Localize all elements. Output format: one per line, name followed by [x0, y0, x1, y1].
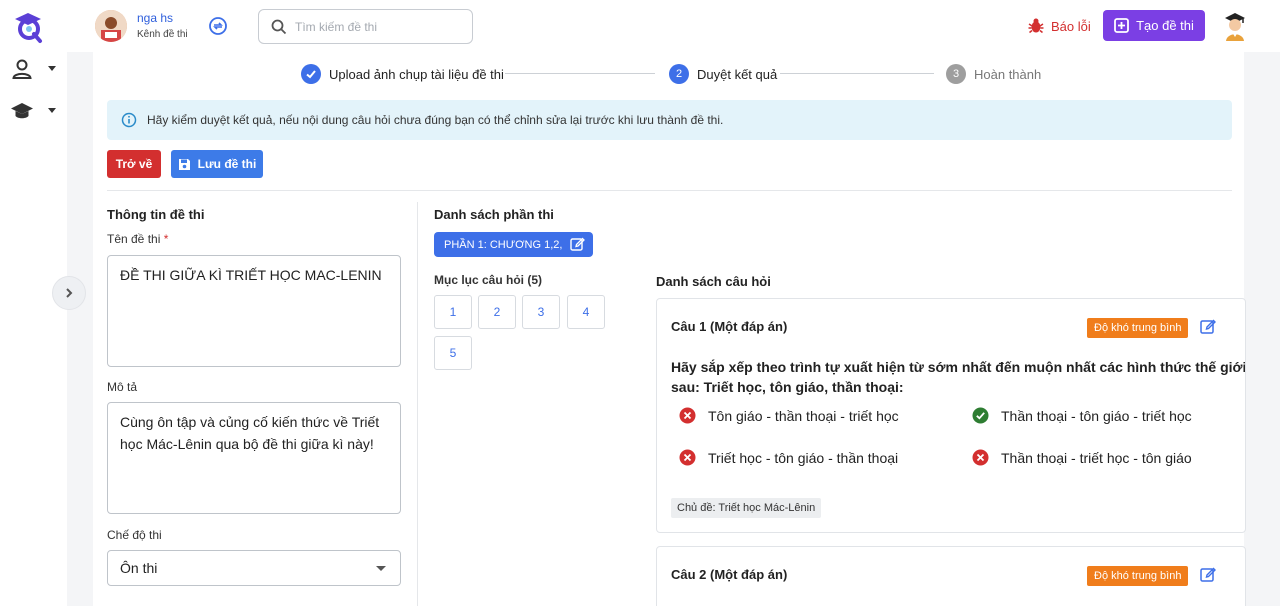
question-card: Câu 1 (Một đáp án) Độ khó trung bình Hãy… — [656, 298, 1246, 533]
answer-option[interactable]: Triết học - tôn giáo - thần thoại — [679, 449, 898, 466]
info-text: Hãy kiểm duyệt kết quả, nếu nội dung câu… — [147, 113, 724, 127]
divider — [107, 190, 1232, 191]
search-box[interactable] — [258, 9, 473, 44]
part-label: PHẦN 1: CHƯƠNG 1,2, — [444, 238, 563, 251]
toc-item[interactable]: 2 — [478, 295, 516, 329]
save-exam-label: Lưu đề thi — [197, 157, 257, 171]
correct-answer-icon — [972, 407, 989, 424]
edit-question-icon[interactable] — [1200, 567, 1216, 588]
toc-item[interactable]: 1 — [434, 295, 472, 329]
wrong-answer-icon — [679, 407, 696, 424]
graduation-cap-icon — [11, 103, 33, 119]
answer-option[interactable]: Thần thoại - tôn giáo - triết học — [972, 407, 1192, 424]
required-mark: * — [163, 232, 169, 246]
bug-icon — [1028, 18, 1044, 34]
exam-name-label: Tên đề thi * — [107, 232, 168, 246]
answer-text: Tôn giáo - thần thoại - triết học — [708, 407, 899, 424]
difficulty-badge: Độ khó trung bình — [1087, 566, 1189, 586]
sidebar-expand-button[interactable] — [52, 276, 86, 310]
chevron-down-icon — [48, 66, 56, 71]
step-label: Hoàn thành — [974, 66, 1042, 82]
app-logo-icon[interactable] — [8, 4, 48, 44]
chevron-right-icon — [66, 288, 73, 298]
report-label: Báo lỗi — [1051, 18, 1091, 34]
wrong-answer-icon — [679, 449, 696, 466]
step-finish: 3 Hoàn thành — [946, 64, 1041, 84]
edit-icon[interactable] — [570, 237, 586, 252]
exam-name-field[interactable]: ĐỀ THI GIỮA KÌ TRIẾT HỌC MAC-LENIN — [107, 255, 401, 367]
answer-text: Triết học - tôn giáo - thần thoại — [708, 449, 899, 466]
top-header: nga hs Kênh đề thi Báo lỗi Tạo đề thi — [67, 0, 1280, 52]
add-box-icon — [1114, 18, 1129, 33]
toc-label: Mục lục câu hỏi (5) — [434, 273, 543, 287]
description-label: Mô tả — [107, 380, 138, 394]
difficulty-badge: Độ khó trung bình — [1087, 318, 1189, 338]
answer-text: Thần thoại - tôn giáo - triết học — [1001, 407, 1192, 424]
toc-item[interactable]: 5 — [434, 336, 472, 370]
part-chip[interactable]: PHẦN 1: CHƯƠNG 1,2, — [434, 232, 594, 257]
search-icon — [271, 19, 287, 34]
wrong-answer-icon — [972, 449, 989, 466]
parts-title: Danh sách phần thi — [434, 207, 554, 222]
question-text: Hãy sắp xếp theo trình tự xuất hiện từ s… — [671, 357, 1246, 397]
channel-name[interactable]: nga hs — [137, 11, 173, 25]
step-number: 2 — [669, 64, 689, 84]
create-exam-label: Tạo đề thi — [1136, 18, 1194, 33]
question-list-title: Danh sách câu hỏi — [656, 274, 771, 289]
user-avatar[interactable] — [1219, 10, 1251, 42]
step-review: 2 Duyệt kết quả — [669, 64, 777, 84]
edit-question-icon[interactable] — [1200, 319, 1216, 340]
step-upload: Upload ảnh chụp tài liệu đề thi — [301, 64, 504, 84]
main-panel: Upload ảnh chụp tài liệu đề thi 2 Duyệt … — [93, 52, 1246, 606]
sidebar-user-menu[interactable] — [10, 54, 60, 84]
exam-mode-label: Chế độ thi — [107, 528, 162, 542]
search-input[interactable] — [295, 19, 455, 34]
question-card: Câu 2 (Một đáp án) Độ khó trung bình — [656, 546, 1246, 606]
step-connector — [780, 73, 934, 74]
answer-option[interactable]: Tôn giáo - thần thoại - triết học — [679, 407, 899, 424]
description-field[interactable]: Cùng ôn tập và củng cố kiến thức về Triế… — [107, 402, 401, 514]
exam-info-title: Thông tin đề thi — [107, 207, 205, 222]
sidebar-course-menu[interactable] — [10, 96, 60, 126]
exam-mode-select[interactable]: Ôn thi — [107, 550, 401, 586]
switch-channel-icon[interactable] — [208, 16, 228, 41]
info-alert: Hãy kiểm duyệt kết quả, nếu nội dung câu… — [107, 100, 1232, 140]
dropdown-arrow-icon — [376, 566, 386, 571]
channel-avatar[interactable] — [95, 10, 127, 42]
step-connector — [505, 73, 655, 74]
channel-subtitle: Kênh đề thi — [137, 29, 188, 40]
toc-item[interactable]: 3 — [522, 295, 560, 329]
chevron-down-icon — [48, 108, 56, 113]
topic-tag: Chủ đề: Triết học Mác-Lênin — [671, 498, 822, 518]
check-icon — [301, 64, 321, 84]
report-bug-button[interactable]: Báo lỗi — [1027, 17, 1091, 35]
info-icon — [121, 112, 137, 128]
exam-mode-value: Ôn thi — [120, 560, 158, 576]
answer-option[interactable]: Thần thoại - triết học - tôn giáo — [972, 449, 1192, 466]
answer-text: Thần thoại - triết học - tôn giáo — [1001, 449, 1192, 466]
question-title: Câu 1 (Một đáp án) — [671, 319, 788, 334]
question-text-line: sau: Triết học, tôn giáo, thần thoại: — [671, 379, 904, 395]
create-exam-button[interactable]: Tạo đề thi — [1103, 10, 1205, 41]
user-icon — [12, 59, 32, 79]
back-button[interactable]: Trở về — [107, 150, 161, 178]
step-label: Upload ảnh chụp tài liệu đề thi — [329, 66, 504, 82]
divider — [417, 202, 418, 606]
step-number: 3 — [946, 64, 966, 84]
save-icon — [178, 158, 190, 170]
question-title: Câu 2 (Một đáp án) — [671, 567, 788, 582]
save-exam-button[interactable]: Lưu đề thi — [171, 150, 263, 178]
toc-item[interactable]: 4 — [567, 295, 605, 329]
step-label: Duyệt kết quả — [697, 66, 778, 82]
exam-name-label-text: Tên đề thi — [107, 232, 161, 246]
question-text-line: Hãy sắp xếp theo trình tự xuất hiện từ s… — [671, 359, 1246, 375]
